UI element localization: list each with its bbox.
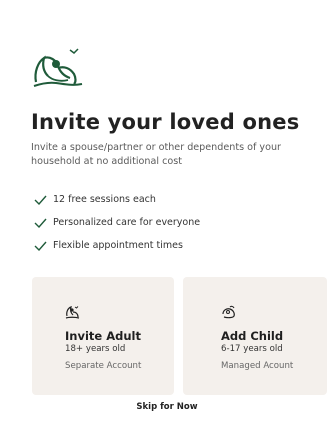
add-child-card[interactable]: Add Child 6-17 years old Managed Acount [183,277,327,395]
invite-adult-age: 18+ years old [65,344,126,354]
invite-adult-account-type: Separate Account [65,361,142,371]
adult-icon [65,306,80,319]
check-icon [34,241,47,251]
add-child-title: Add Child [221,329,284,343]
add-child-age: 6-17 years old [221,344,283,354]
check-icon [34,195,47,205]
feature-item: Personalized care for everyone [34,211,314,234]
feature-label: 12 free sessions each [53,194,156,205]
feature-list: 12 free sessions each Personalized care … [34,188,314,257]
child-icon [222,305,235,319]
check-icon [34,218,47,228]
bird-and-woman-logo-icon [33,48,83,87]
skip-for-now-button[interactable]: Skip for Now [0,402,334,412]
feature-label: Flexible appointment times [53,240,183,251]
invite-adult-title: Invite Adult [65,329,141,343]
feature-item: 12 free sessions each [34,188,314,211]
page-title: Invite your loved ones [31,110,300,134]
feature-label: Personalized care for everyone [53,217,201,228]
invite-adult-card[interactable]: Invite Adult 18+ years old Separate Acco… [32,277,174,395]
feature-item: Flexible appointment times [34,234,314,257]
page-subtitle: Invite a spouse/partner or other depende… [31,142,282,167]
invite-page: Invite your loved ones Invite a spouse/p… [0,0,334,426]
add-child-account-type: Managed Acount [221,361,294,371]
